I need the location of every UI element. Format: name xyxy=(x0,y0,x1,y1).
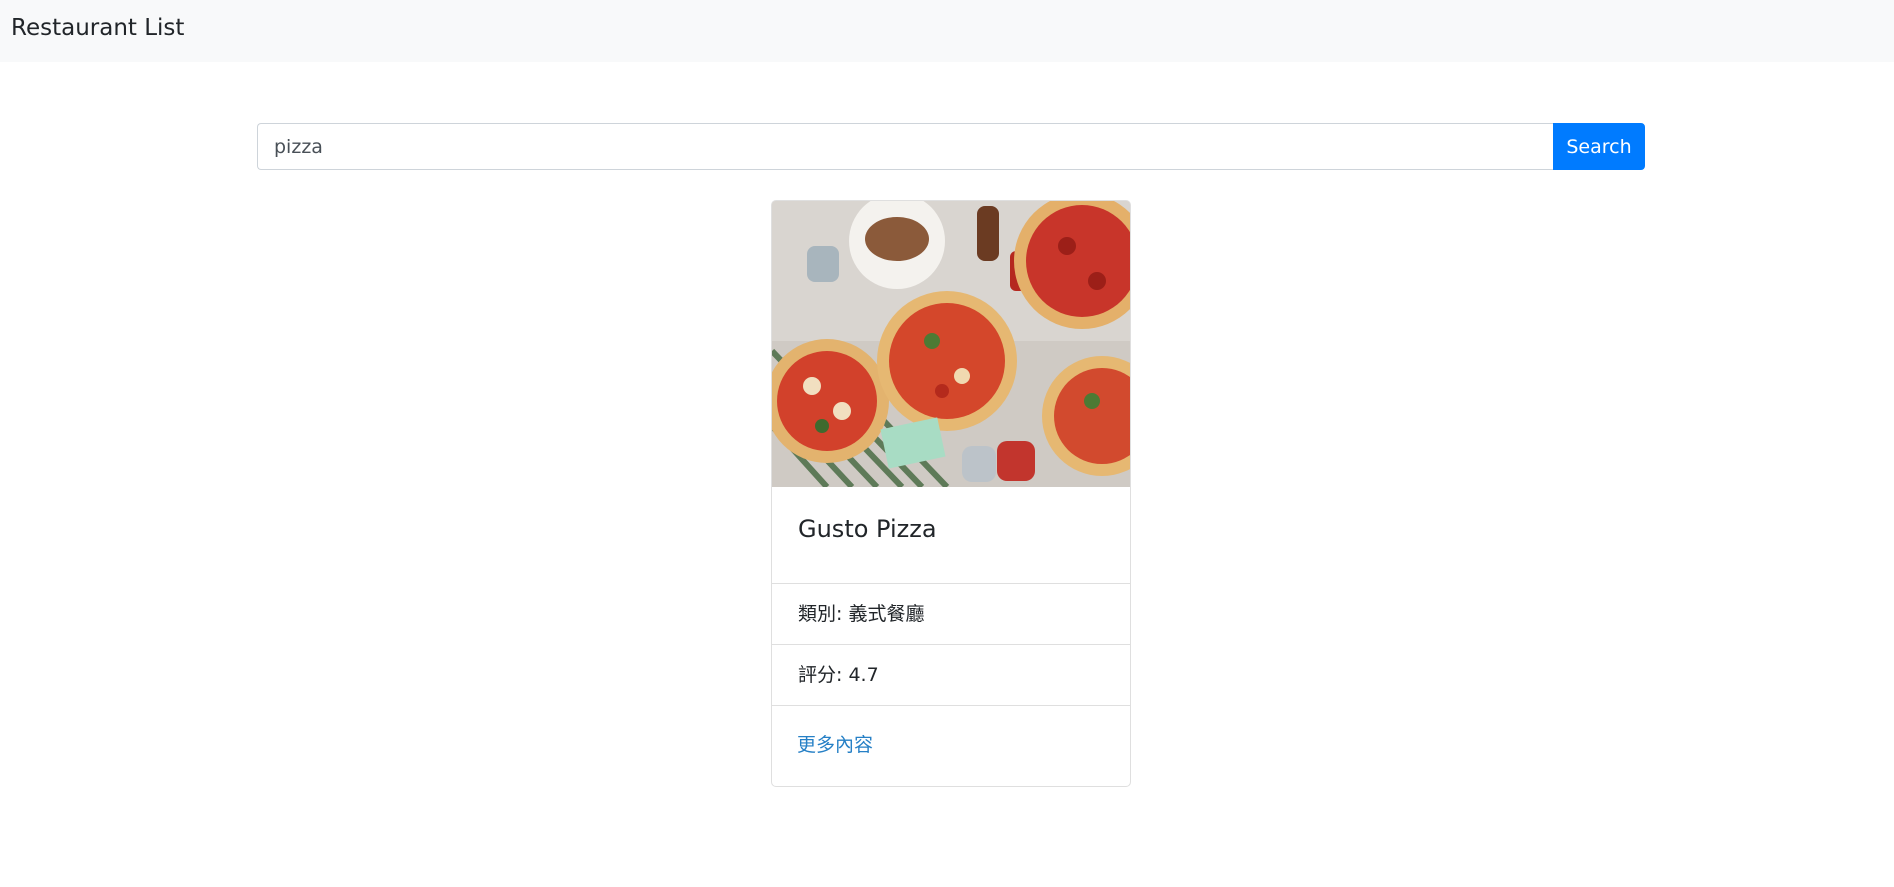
navbar: Restaurant List xyxy=(0,0,1894,62)
card-divider xyxy=(772,583,1130,584)
category-value: 義式餐廳 xyxy=(848,603,925,625)
category-item: 類別: 義式餐廳 xyxy=(798,601,924,627)
rating-item: 評分: 4.7 xyxy=(798,662,879,688)
search-button[interactable]: Search xyxy=(1553,123,1645,170)
more-details-link[interactable]: 更多內容 xyxy=(797,732,873,758)
card-divider xyxy=(772,705,1130,706)
card-divider xyxy=(772,644,1130,645)
search-input[interactable] xyxy=(257,123,1553,170)
rating-label: 評分: xyxy=(798,664,843,686)
restaurant-card: Gusto Pizza 類別: 義式餐廳 評分: 4.7 xyxy=(771,200,1131,787)
search-form: Search xyxy=(257,123,1645,170)
navbar-brand[interactable]: Restaurant List xyxy=(11,13,184,43)
restaurant-name: Gusto Pizza xyxy=(798,515,937,543)
rating-value: 4.7 xyxy=(848,664,879,686)
category-label: 類別: xyxy=(798,603,843,625)
restaurant-image xyxy=(772,201,1130,487)
